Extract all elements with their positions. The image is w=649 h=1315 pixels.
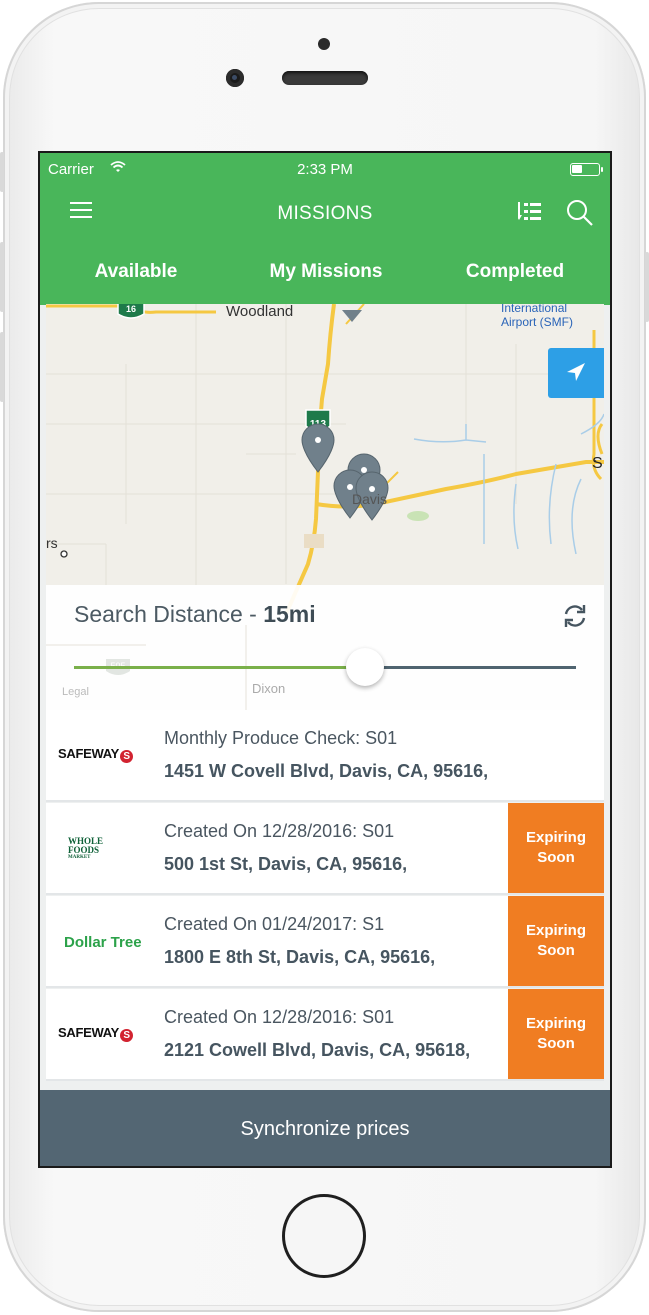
app-screen: Carrier 2:33 PM MISSIONS Available My Mi… <box>38 151 612 1168</box>
map-canvas: 113 16 <box>46 304 604 614</box>
map-label-airport-2: Airport (SMF) <box>501 315 573 329</box>
mission-address: 2121 Cowell Blvd, Davis, CA, 95618, <box>164 1040 471 1060</box>
front-camera <box>226 69 244 87</box>
safeway-logo-text: SAFEWAY <box>58 746 119 761</box>
search-distance-value: 15mi <box>263 601 316 627</box>
mission-address: 500 1st St, Davis, CA, 95616, <box>164 854 408 874</box>
expiring-soon-badge: Expiring Soon <box>508 989 604 1079</box>
map-legal-link[interactable]: Legal <box>62 686 89 698</box>
list-view-icon[interactable] <box>516 201 542 228</box>
map-label-woodland: Woodland <box>226 304 293 320</box>
safeway-logo: SAFEWAY S <box>58 746 168 776</box>
nav-bar: MISSIONS <box>40 197 610 231</box>
synchronize-prices-button[interactable]: Synchronize prices <box>40 1090 610 1166</box>
refresh-icon[interactable] <box>560 601 590 636</box>
home-button[interactable] <box>282 1194 366 1278</box>
search-distance-label: Search Distance - 15mi <box>74 601 316 628</box>
dollar-tree-logo: Dollar Tree <box>64 934 142 951</box>
mission-title: Monthly Produce Check: S01 <box>164 728 398 748</box>
volume-up-button <box>0 242 4 312</box>
volume-down-button <box>0 332 4 402</box>
mission-row[interactable]: SAFEWAY S Monthly Produce Check: S01 1451… <box>46 710 604 802</box>
map-label-rs: rs <box>46 535 58 551</box>
tab-completed[interactable]: Completed <box>444 261 586 283</box>
tab-available[interactable]: Available <box>74 261 198 283</box>
mission-row[interactable]: SAFEWAY S Created On 12/28/2016: S01 2121… <box>46 989 604 1081</box>
whole-foods-logo: WHOLE FOODS MARKET <box>68 837 178 867</box>
mission-title: Created On 12/28/2016: S01 <box>164 821 395 841</box>
distance-slider[interactable] <box>74 648 576 686</box>
mission-row[interactable]: Dollar Tree Created On 01/24/2017: S1 18… <box>46 896 604 988</box>
map-label-airport-1: International <box>501 304 567 315</box>
earpiece-speaker <box>282 71 368 85</box>
tab-my-missions[interactable]: My Missions <box>246 261 406 283</box>
safeway-logo: SAFEWAY S <box>58 1025 168 1055</box>
distance-slider-thumb[interactable] <box>346 648 385 686</box>
map-view[interactable]: 113 16 <box>46 304 604 614</box>
navigation-arrow-icon <box>567 363 585 381</box>
expiring-soon-badge: Expiring Soon <box>508 896 604 986</box>
map-label-davis: Davis <box>352 491 387 507</box>
mission-title: Created On 12/28/2016: S01 <box>164 1007 395 1027</box>
search-distance-panel: 505 Dixon Legal Search Distance - 15mi <box>46 585 604 711</box>
safeway-logo-text: SAFEWAY <box>58 1025 119 1040</box>
hwy-16-label: 16 <box>126 304 136 314</box>
mission-title: Created On 01/24/2017: S1 <box>164 914 385 934</box>
mission-address: 1800 E 8th St, Davis, CA, 95616, <box>164 947 436 967</box>
locate-me-button[interactable] <box>548 348 604 398</box>
search-icon[interactable] <box>566 199 594 232</box>
whole-foods-logo-line2: FOODS <box>68 845 100 855</box>
map-label-dixon: Dixon <box>252 681 285 696</box>
mission-address: 1451 W Covell Blvd, Davis, CA, 95616, <box>164 761 489 781</box>
mute-switch <box>0 152 4 192</box>
mission-row[interactable]: WHOLE FOODS MARKET Created On 12/28/2016… <box>46 803 604 895</box>
mission-list: SAFEWAY S Monthly Produce Check: S01 1451… <box>46 710 604 1084</box>
tab-bar: Available My Missions Completed <box>40 261 610 289</box>
whole-foods-logo-line3: MARKET <box>68 855 91 860</box>
expiring-soon-badge: Expiring Soon <box>508 803 604 893</box>
power-button <box>645 252 649 322</box>
map-label-s: S <box>592 455 603 472</box>
app-header: Carrier 2:33 PM MISSIONS Available My Mi… <box>40 153 610 305</box>
highway-16-shield: 16 <box>117 304 145 319</box>
proximity-sensor <box>318 38 330 50</box>
status-bar: Carrier 2:33 PM <box>40 159 610 181</box>
battery-icon <box>570 163 603 176</box>
clock: 2:33 PM <box>297 161 353 178</box>
distance-slider-fill <box>74 666 366 669</box>
search-distance-text: Search Distance - <box>74 601 264 627</box>
